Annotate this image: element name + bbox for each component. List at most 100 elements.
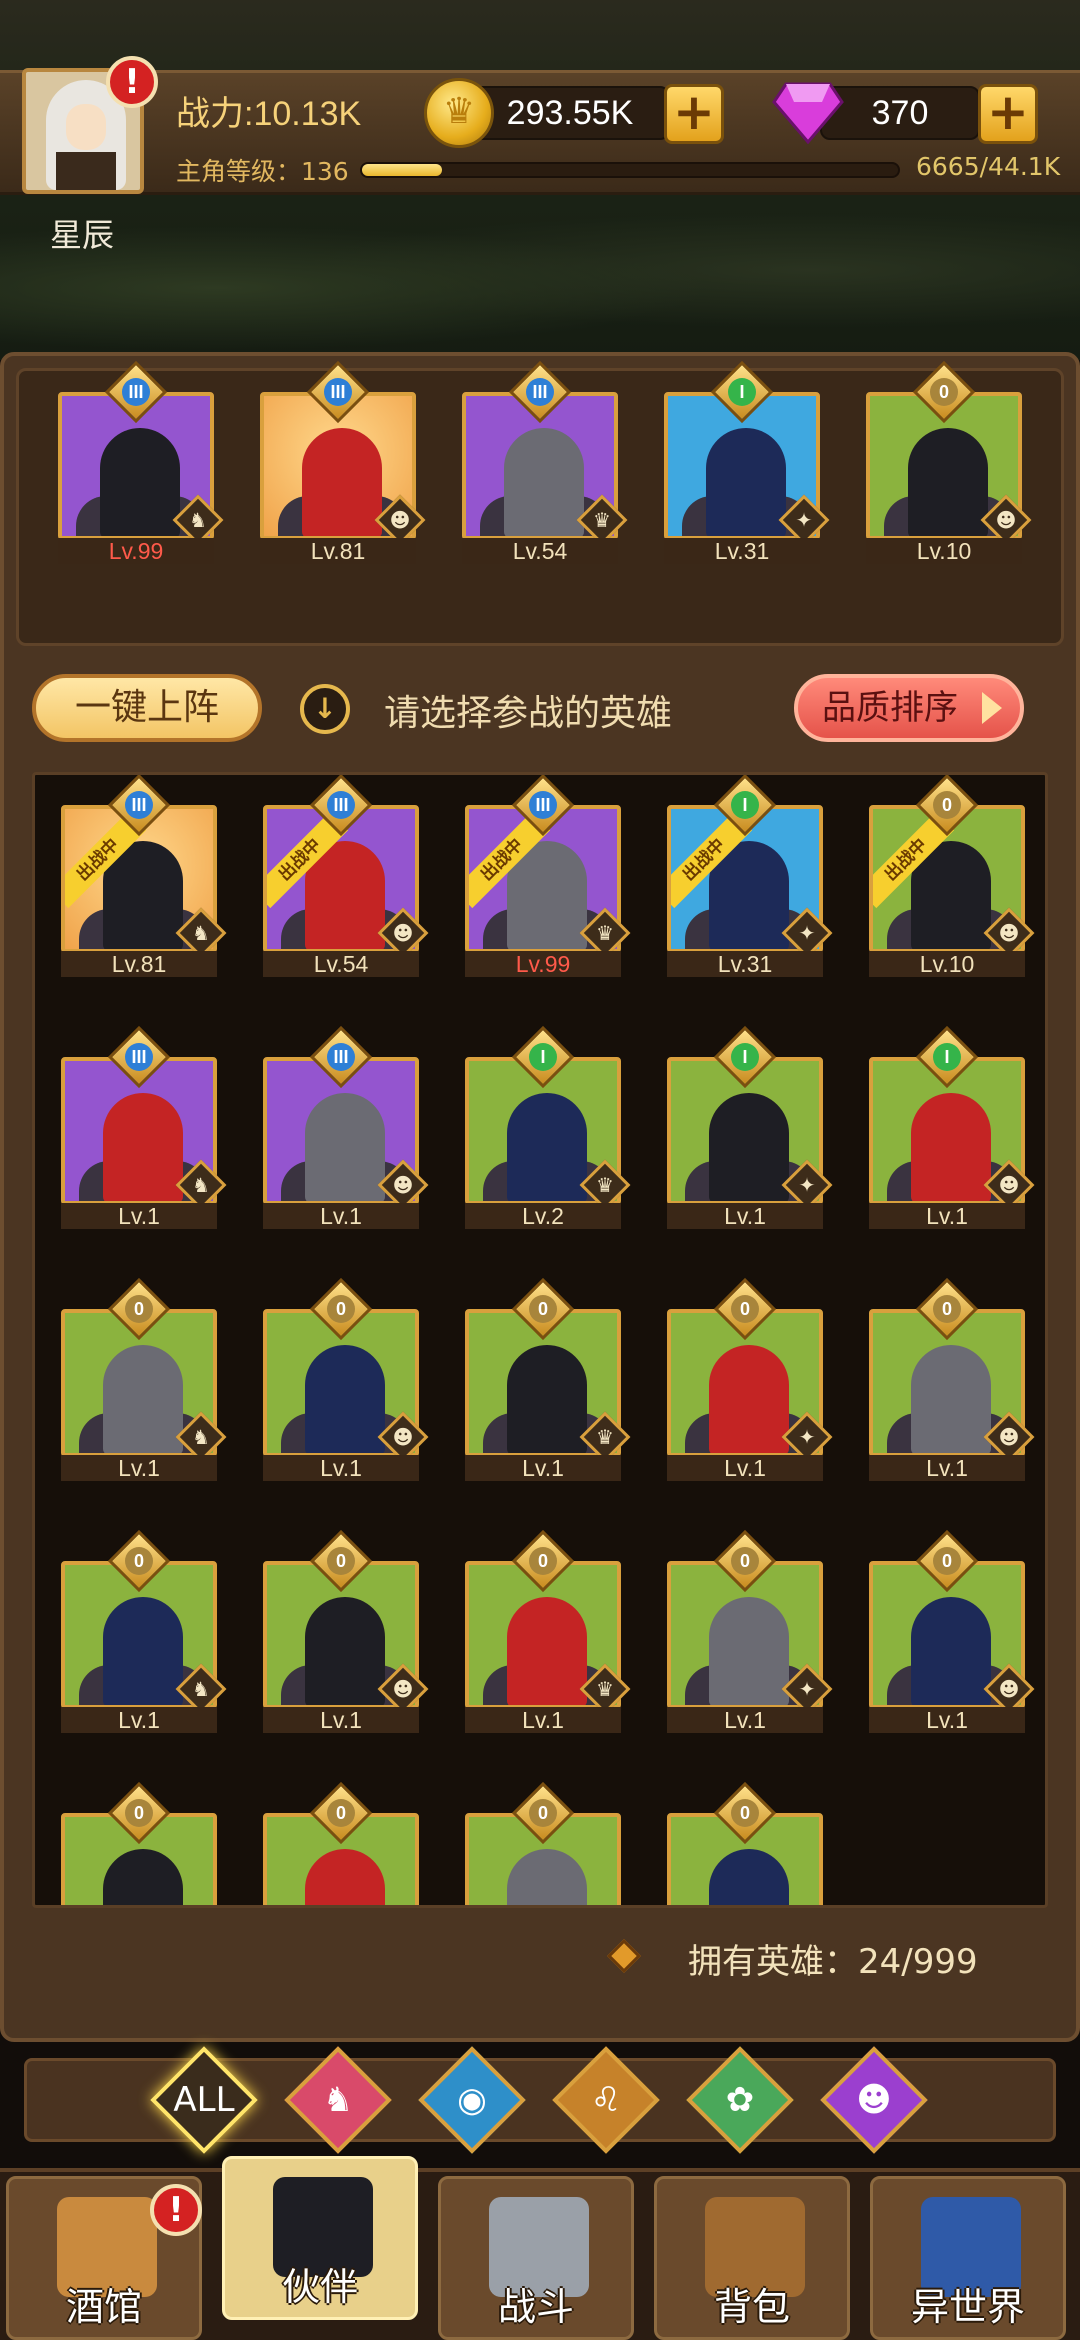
heroes-hero-card[interactable]: 0 ☻ Lv.1 <box>263 1529 429 1733</box>
heroes-hero-card[interactable]: 0 ☻ Lv.1 <box>869 1277 1035 1481</box>
nav-battle[interactable]: 战斗 <box>438 2176 634 2340</box>
hero-level: Lv.1 <box>667 1203 823 1229</box>
heroes-hero-card[interactable]: 0♛ <box>465 1781 621 1905</box>
faction-badge-icon: ☻ <box>377 1663 429 1715</box>
lineup-hero-card[interactable]: III ♞ Lv.99 <box>58 360 224 564</box>
rank-text: 0 <box>930 378 958 406</box>
hero-level: Lv.1 <box>869 1203 1025 1229</box>
elf-faction-icon[interactable]: ✿ <box>686 2046 794 2154</box>
rank-text: III <box>324 378 352 406</box>
nav-label: 战斗 <box>497 2285 574 2329</box>
xp-bar-fill <box>362 164 443 176</box>
gold-coin-icon: ♛ <box>424 78 494 148</box>
play-arrow-icon <box>982 692 1002 724</box>
faction-badge-icon: ♞ <box>175 1159 227 1211</box>
heroes-hero-card[interactable]: 0 ♛ Lv.1 <box>465 1529 631 1733</box>
heroes-hero-card[interactable]: 出战中 III ♞ Lv.81 <box>61 775 227 977</box>
faction-badge-icon: ☻ <box>377 1159 429 1211</box>
lineup-hero-card[interactable]: I ✦ Lv.31 <box>664 360 830 564</box>
lineup-hero-card[interactable]: 0 ☻ Lv.10 <box>866 360 1032 564</box>
faction-badge-icon: ☻ <box>377 1411 429 1463</box>
nav-partner[interactable]: 伙伴 <box>222 2156 418 2320</box>
heroes-hero-card[interactable]: 0☻ <box>263 1781 419 1905</box>
rank-text: 0 <box>125 1295 153 1323</box>
nav-backpack[interactable]: 背包 <box>654 2176 850 2340</box>
rank-badge-icon: III <box>508 360 572 424</box>
select-hero-hint: 请选择参战的英雄 <box>384 693 673 734</box>
hero-level: Lv.1 <box>61 1707 217 1733</box>
rank-text: 0 <box>327 1799 355 1827</box>
heroes-hero-card[interactable]: 0 ☻ Lv.1 <box>869 1529 1035 1733</box>
hero-head <box>103 1597 183 1705</box>
heroes-hero-card[interactable]: 出战中 III ☻ Lv.54 <box>263 775 429 977</box>
hero-level: Lv.99 <box>465 951 621 977</box>
heroes-hero-card[interactable]: I ♛ Lv.2 <box>465 1025 631 1229</box>
rank-badge-icon: III <box>309 775 373 837</box>
heroes-hero-card[interactable]: 0 ☻ Lv.1 <box>263 1277 429 1481</box>
heroes-hero-card[interactable]: 0♞ <box>61 1781 217 1905</box>
hero-level: Lv.81 <box>61 951 217 977</box>
heroes-hero-card[interactable]: 0 ♛ Lv.1 <box>465 1277 631 1481</box>
heroes-hero-card[interactable]: 出战中 I ✦ Lv.31 <box>667 775 833 977</box>
hero-level: Lv.1 <box>667 1707 823 1733</box>
hero-head <box>504 428 584 536</box>
rank-badge-icon: III <box>107 775 171 837</box>
rank-badge-icon: 0 <box>915 775 979 837</box>
heroes-hero-card[interactable]: III ☻ Lv.1 <box>263 1025 429 1229</box>
faction-badge-icon: ☻ <box>983 907 1035 959</box>
hero-level: Lv.10 <box>869 951 1025 977</box>
heroes-hero-card[interactable]: 出战中 III ♛ Lv.99 <box>465 775 631 977</box>
nav-otherworld[interactable]: 异世界 <box>870 2176 1066 2340</box>
faction-badge-icon: ☻ <box>983 1663 1035 1715</box>
heroes-hero-card[interactable]: III ♞ Lv.1 <box>61 1025 227 1229</box>
hero-head <box>305 1093 385 1201</box>
fish-faction-icon[interactable]: ◉ <box>418 2046 526 2154</box>
filter-all-button[interactable]: ALL <box>150 2046 258 2154</box>
rank-text: III <box>529 791 557 819</box>
rank-text: III <box>125 791 153 819</box>
hero-head <box>103 1849 183 1905</box>
faction-badge-icon: ✦ <box>781 1411 833 1463</box>
lion-faction-icon[interactable]: ♌ <box>552 2046 660 2154</box>
add-gold-button[interactable]: + <box>664 84 724 144</box>
hero-head <box>911 1093 991 1201</box>
add-gem-button[interactable]: + <box>978 84 1038 144</box>
heroes-hero-card[interactable]: 0 ✦ Lv.1 <box>667 1529 833 1733</box>
quality-sort-button[interactable]: 品质排序 <box>794 674 1024 742</box>
faction-badge-icon: ☻ <box>377 907 429 959</box>
hero-level: Lv.10 <box>866 538 1022 564</box>
lineup-hero-card[interactable]: III ♛ Lv.54 <box>462 360 628 564</box>
heroes-hero-card[interactable]: 出战中 0 ☻ Lv.10 <box>869 775 1035 977</box>
hero-level: Lv.1 <box>465 1707 621 1733</box>
one-click-deploy-button[interactable]: 一键上阵 <box>32 674 262 742</box>
hero-level: Lv.1 <box>667 1455 823 1481</box>
heroes-hero-card[interactable]: 0 ♞ Lv.1 <box>61 1277 227 1481</box>
faction-badge-icon: ✦ <box>781 907 833 959</box>
heroes-hero-card[interactable]: 0 ✦ Lv.1 <box>667 1277 833 1481</box>
hero-roster[interactable]: 出战中 III ♞ Lv.81 出战中 III ☻ Lv.54 出战中 III ♛ Lv.99 出战中 I… <box>32 772 1048 1908</box>
hero-head <box>908 428 988 536</box>
faction-badge-icon: ✦ <box>781 1663 833 1715</box>
rank-text: 0 <box>125 1799 153 1827</box>
knight-faction-icon[interactable]: ♞ <box>284 2046 392 2154</box>
hero-level: Lv.31 <box>667 951 823 977</box>
hero-level: Lv.99 <box>58 538 214 564</box>
faction-badge-icon: ☻ <box>983 1159 1035 1211</box>
hero-head <box>305 1597 385 1705</box>
heroes-hero-card[interactable]: 0✦ <box>667 1781 823 1905</box>
combat-power: 战力:10.13K <box>176 95 362 133</box>
rank-text: III <box>327 1043 355 1071</box>
sort-label: 品质排序 <box>822 688 958 728</box>
faction-badge-icon: ♛ <box>576 494 628 546</box>
demon-faction-icon[interactable]: ☻ <box>820 2046 928 2154</box>
faction-badge-icon: ♞ <box>175 907 227 959</box>
heroes-hero-card[interactable]: I ☻ Lv.1 <box>869 1025 1035 1229</box>
rank-text: III <box>327 791 355 819</box>
owned-heroes-count: 拥有英雄：24/999 <box>688 1942 978 1982</box>
lineup-hero-card[interactable]: III ☻ Lv.81 <box>260 360 426 564</box>
rank-badge-icon: 0 <box>309 1529 373 1593</box>
nav-label: 伙伴 <box>281 2265 358 2309</box>
rank-badge-icon: 0 <box>713 1781 777 1845</box>
heroes-hero-card[interactable]: I ✦ Lv.1 <box>667 1025 833 1229</box>
heroes-hero-card[interactable]: 0 ♞ Lv.1 <box>61 1529 227 1733</box>
